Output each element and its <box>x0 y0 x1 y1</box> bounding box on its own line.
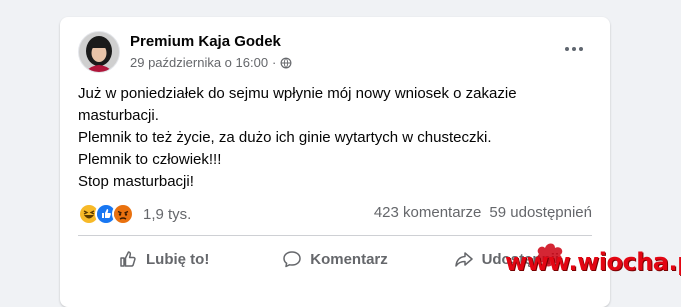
post-stats: 1,9 tys. 423 komentarze 59 udostępnień <box>78 201 592 225</box>
thumbs-up-icon <box>120 251 136 267</box>
reaction-count[interactable]: 1,9 tys. <box>143 206 191 223</box>
post-meta: 29 października o 16:00 · <box>130 55 292 70</box>
author-name[interactable]: Premium Kaja Godek <box>130 33 281 50</box>
like-label: Lubię to! <box>146 250 210 268</box>
avatar-photo <box>79 32 119 72</box>
post-timestamp[interactable]: 29 października o 16:00 <box>130 55 268 70</box>
post-text-line: Już w poniedziałek do sejmu wpłynie mój … <box>78 85 517 102</box>
author-avatar[interactable] <box>78 31 120 73</box>
globe-icon <box>280 57 292 68</box>
post-text-line: Plemnik to też życie, za dużo ich ginie … <box>78 129 492 146</box>
comment-bubble-icon <box>283 251 301 268</box>
engagement-counts: 423 komentarze 59 udostępnień <box>374 204 592 221</box>
meta-separator: · <box>272 55 277 70</box>
more-options-icon[interactable] <box>556 37 592 61</box>
comment-label: Komentarz <box>310 250 388 268</box>
post-header: Premium Kaja Godek 29 października o 16:… <box>78 31 592 75</box>
comment-button[interactable]: Komentarz <box>249 241 420 277</box>
post-text: Już w poniedziałek do sejmu wpłynie mój … <box>78 83 578 193</box>
share-count[interactable]: 59 udostępnień <box>489 204 592 221</box>
post-text-line: masturbacji. <box>78 107 159 124</box>
share-arrow-icon <box>454 252 473 267</box>
divider <box>78 235 592 236</box>
post-text-line: Stop masturbacji! <box>78 173 194 190</box>
angry-reaction-icon <box>112 203 134 225</box>
post-text-line: Plemnik to człowiek!!! <box>78 151 222 168</box>
reactions-summary[interactable]: 1,9 tys. <box>78 203 191 225</box>
comment-count[interactable]: 423 komentarze <box>374 204 482 221</box>
watermark-logo: www.wiocha.pl <box>505 243 681 276</box>
watermark-text: www.wiocha.pl <box>505 248 681 276</box>
like-button[interactable]: Lubię to! <box>78 241 249 277</box>
